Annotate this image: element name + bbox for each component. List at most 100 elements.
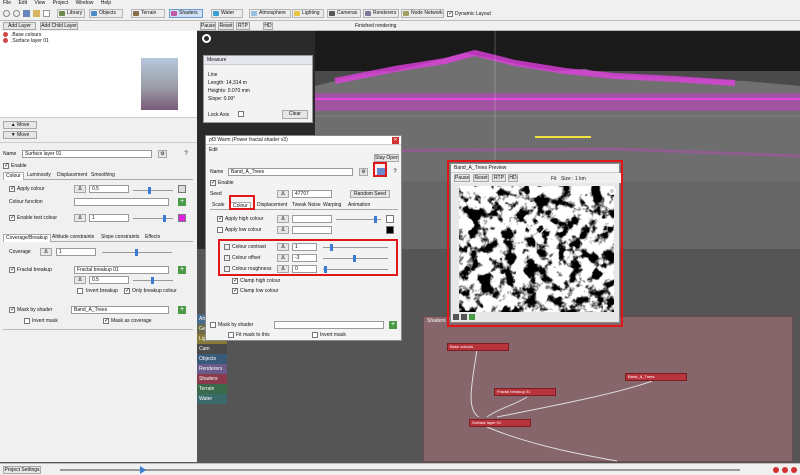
layer-options-button[interactable]: ⚙ xyxy=(158,150,167,158)
add-layer-button[interactable]: Add Layer xyxy=(3,22,36,30)
test-colour-swatch[interactable] xyxy=(178,214,186,222)
mask-by-shader-checkbox[interactable] xyxy=(9,306,15,313)
menu-window[interactable]: Window xyxy=(76,0,94,6)
record-icon[interactable] xyxy=(773,467,779,473)
new-icon[interactable] xyxy=(43,10,50,17)
colour-function-field[interactable] xyxy=(74,198,169,206)
fractal-breakup-checkbox[interactable] xyxy=(9,266,15,273)
tab-coverage-breakup[interactable]: Coverage/Breakup xyxy=(3,234,51,242)
invert-breakup-checkbox[interactable] xyxy=(77,288,83,294)
tab-smoothing[interactable]: Smoothing xyxy=(89,172,117,179)
atmosphere-button[interactable]: Atmosphere xyxy=(249,9,291,18)
fractal-num-field[interactable]: 0.5 xyxy=(89,276,129,284)
pause-button[interactable]: Pause xyxy=(200,22,216,30)
add-breakup-icon[interactable]: + xyxy=(178,266,186,274)
layer-item[interactable]: .Surface layer 01 xyxy=(3,38,103,44)
fit-mask-checkbox[interactable] xyxy=(228,332,234,338)
stay-open-button[interactable]: Stay Open xyxy=(374,154,399,162)
tab-tweak-noise[interactable]: Tweak Noise xyxy=(290,202,323,209)
tab-warping[interactable]: Warping xyxy=(321,202,343,209)
tab-effects[interactable]: Effects xyxy=(143,234,162,241)
shaders-button[interactable]: Shaders xyxy=(169,9,203,18)
help-icon[interactable]: ? xyxy=(182,150,190,158)
slider-knob[interactable] xyxy=(374,216,377,223)
loop-icon[interactable] xyxy=(791,467,797,473)
redo-icon[interactable] xyxy=(13,10,20,17)
move-down-button[interactable]: ▼ Move xyxy=(3,131,37,139)
apply-colour-slider[interactable] xyxy=(133,187,173,194)
tab-altitude-constraints[interactable]: Altitude constraints xyxy=(50,234,96,241)
save-icon[interactable] xyxy=(23,10,30,17)
mask-as-coverage-checkbox[interactable] xyxy=(103,317,109,324)
warp-options-button[interactable]: ⚙ xyxy=(359,168,368,176)
dynamic-layout-checkbox[interactable] xyxy=(447,10,453,17)
library-button[interactable]: Library xyxy=(57,9,85,18)
node-fractal-breakup[interactable]: Fractal breakup 01 xyxy=(494,388,556,396)
node-surface-layer[interactable]: Surface layer 01 xyxy=(469,419,531,427)
apply-low-colour-checkbox[interactable] xyxy=(217,227,223,233)
undo-icon[interactable] xyxy=(3,10,10,17)
warp-mask-field[interactable] xyxy=(274,321,384,329)
tab-displacement[interactable]: Displacement xyxy=(255,202,289,209)
slider-knob[interactable] xyxy=(135,249,138,256)
add-function-icon[interactable]: + xyxy=(178,198,186,206)
apply-colour-spin[interactable]: Δ xyxy=(74,185,86,193)
clear-button[interactable]: Clear xyxy=(282,110,308,119)
tab-animation[interactable]: Animation xyxy=(346,202,372,209)
node-network-button[interactable]: Node Network xyxy=(401,9,444,18)
cameras-button[interactable]: Cameras xyxy=(327,9,361,18)
node-base-colours[interactable]: Base colours xyxy=(447,343,509,351)
low-colour-swatch[interactable] xyxy=(386,226,394,234)
enable-checkbox[interactable] xyxy=(3,162,9,169)
warp-enable-checkbox[interactable] xyxy=(210,179,216,186)
slider-knob[interactable] xyxy=(151,277,154,284)
mask-by-shader-field[interactable]: Band_A_Trees xyxy=(71,306,169,314)
terrain-button[interactable]: Terrain xyxy=(131,9,165,18)
lock-axis-checkbox[interactable] xyxy=(238,111,244,117)
tab-slope-constraints[interactable]: Slope constraints xyxy=(99,234,141,241)
open-icon[interactable] xyxy=(33,10,40,17)
edit-menu[interactable]: Edit xyxy=(209,147,218,153)
node-band-a-trees[interactable]: Band_A_Trees xyxy=(625,373,687,381)
apply-colour-swatch[interactable] xyxy=(178,185,186,193)
enable-test-colour-checkbox[interactable] xyxy=(9,214,15,221)
water-button[interactable]: Water xyxy=(211,9,243,18)
compass-icon[interactable] xyxy=(202,34,211,43)
seed-spin[interactable]: Δ xyxy=(277,190,289,198)
add-child-layer-button[interactable]: Add Child Layer xyxy=(40,22,78,30)
slider-knob[interactable] xyxy=(163,215,166,222)
play-icon[interactable] xyxy=(140,466,146,474)
layer-name-field[interactable]: Surface layer 01 xyxy=(22,150,152,158)
warp-help-icon[interactable]: ? xyxy=(391,168,399,176)
stop-icon[interactable] xyxy=(782,467,788,473)
warp-mask-by-shader-checkbox[interactable] xyxy=(210,322,216,328)
project-settings-button[interactable]: Project Settings xyxy=(3,466,41,474)
high-colour-spin[interactable]: Δ xyxy=(277,215,289,223)
warp-invert-mask-checkbox[interactable] xyxy=(312,332,318,338)
coverage-spin[interactable]: Δ xyxy=(40,248,52,256)
fractal-spin[interactable]: Δ xyxy=(74,276,86,284)
high-colour-field[interactable] xyxy=(292,215,332,223)
move-up-button[interactable]: ▲ Move xyxy=(3,121,37,129)
invert-mask-checkbox[interactable] xyxy=(24,318,30,324)
menu-project[interactable]: Project xyxy=(53,0,69,6)
reset-button[interactable]: Reset xyxy=(218,22,234,30)
tab-colour[interactable]: Colour xyxy=(3,172,24,180)
clamp-low-colour-checkbox[interactable] xyxy=(232,287,238,294)
high-colour-swatch[interactable] xyxy=(386,215,394,223)
coverage-value[interactable]: 1 xyxy=(56,248,96,256)
apply-colour-checkbox[interactable] xyxy=(9,185,15,192)
seed-field[interactable]: 47707 xyxy=(292,190,332,198)
apply-high-colour-checkbox[interactable] xyxy=(217,215,223,222)
random-seed-button[interactable]: Random Seed xyxy=(350,190,390,198)
fractal-slider[interactable] xyxy=(133,277,173,284)
menu-file[interactable]: File xyxy=(3,0,11,6)
close-icon[interactable]: ✕ xyxy=(392,137,399,144)
warp-name-field[interactable]: Band_A_Trees xyxy=(228,168,353,176)
menu-edit[interactable]: Edit xyxy=(18,0,27,6)
high-colour-slider[interactable] xyxy=(336,216,381,223)
low-colour-field[interactable] xyxy=(292,226,332,234)
objects-button[interactable]: Objects xyxy=(89,9,123,18)
fractal-breakup-field[interactable]: Fractal breakup 01 xyxy=(74,266,169,274)
menu-view[interactable]: View xyxy=(34,0,45,6)
